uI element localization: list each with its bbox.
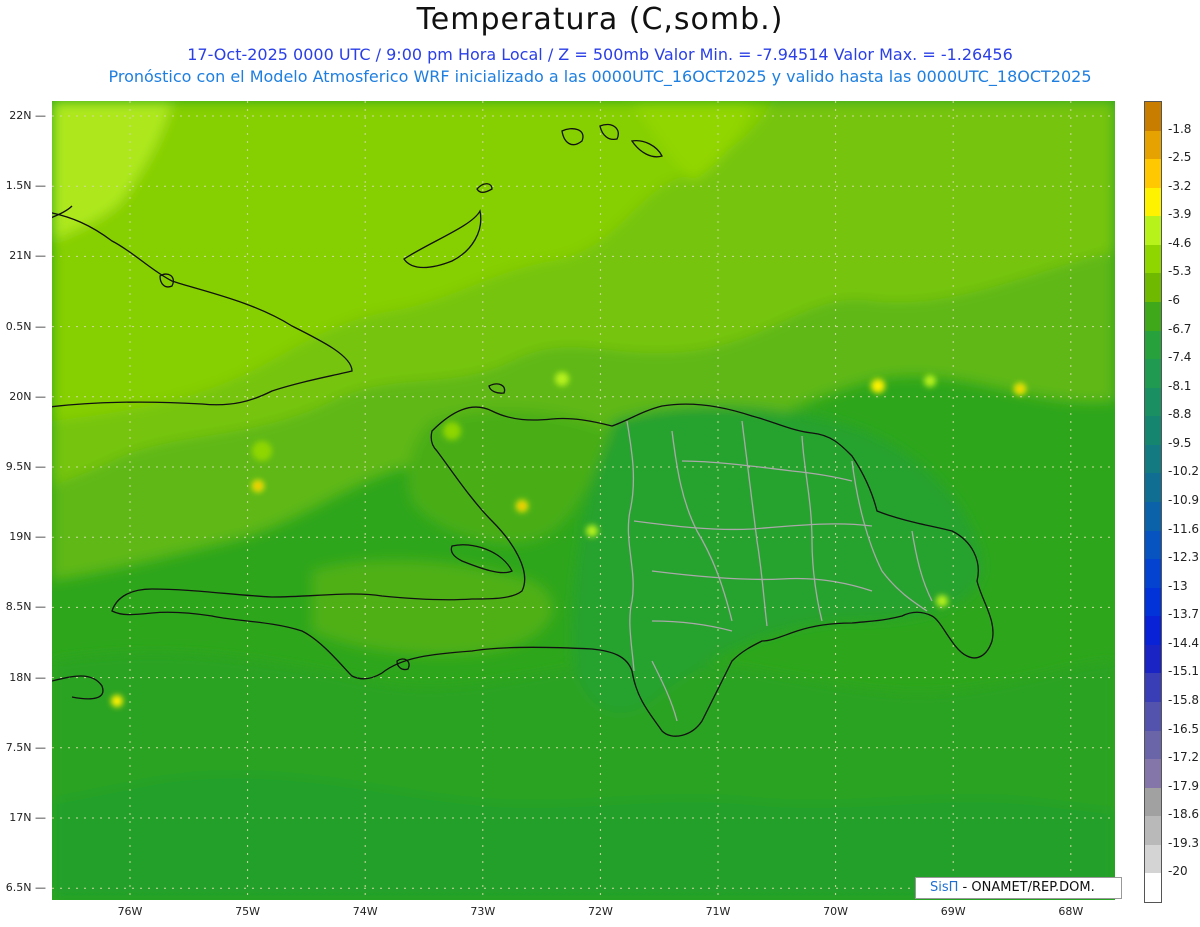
longitude-label: 68W xyxy=(1058,905,1084,918)
latitude-label: 17N — xyxy=(9,811,46,824)
colorbar-swatch xyxy=(1145,473,1161,503)
latitude-label: 0.5N — xyxy=(5,319,46,333)
colorbar-tick-label: -4.6 xyxy=(1168,235,1192,250)
latitude-label: 19N — xyxy=(9,530,46,544)
colorbar-tick-label: -10.2 xyxy=(1168,464,1200,479)
latitude-label: 8.5N — xyxy=(5,600,46,614)
longitude-label: 75W xyxy=(235,905,261,918)
colorbar-tick-label: -20 xyxy=(1168,864,1188,879)
colorbar-swatch xyxy=(1145,587,1161,617)
colorbar-swatch xyxy=(1145,102,1161,132)
colorbar-swatch xyxy=(1145,502,1161,532)
latitude-label: 18N — xyxy=(9,670,46,684)
longitude-label: 76W xyxy=(117,905,143,918)
longitude-label: 72W xyxy=(587,905,613,918)
colorbar-swatch xyxy=(1145,302,1161,332)
colorbar-tick-label: -8.8 xyxy=(1168,407,1192,422)
colorbar-swatch xyxy=(1145,444,1161,474)
longitude-label: 70W xyxy=(823,905,849,918)
colorbar-tick-label: -2.5 xyxy=(1168,150,1192,165)
map-subtitle-validity: 17-Oct-2025 0000 UTC / 9:00 pm Hora Loca… xyxy=(187,45,1013,64)
colorbar-tick-label: -17.9 xyxy=(1168,778,1200,793)
colorbar-swatch xyxy=(1145,187,1161,217)
colorbar-swatch xyxy=(1145,530,1161,560)
temperature-map xyxy=(52,101,1115,900)
colorbar-swatch xyxy=(1145,873,1161,903)
map-canvas xyxy=(52,101,1115,900)
latitude-label: 7.5N — xyxy=(5,740,46,754)
latitude-label: 20N — xyxy=(9,389,46,403)
colorbar-tick-label: -10.9 xyxy=(1168,493,1200,507)
colorbar-swatch xyxy=(1145,673,1161,703)
colorbar-swatch xyxy=(1145,359,1161,389)
colorbar-swatch xyxy=(1145,216,1161,246)
colorbar-swatch xyxy=(1145,759,1161,789)
colorbar-swatch xyxy=(1145,273,1161,303)
colorbar-tick-label: -9.5 xyxy=(1168,435,1192,450)
latitude-label: 21N — xyxy=(9,249,46,263)
latitude-label: 9.5N — xyxy=(5,460,46,473)
colorbar-swatch xyxy=(1145,616,1161,646)
colorbar-tick-label: -1.8 xyxy=(1168,121,1192,136)
colorbar-swatch xyxy=(1145,844,1161,874)
colorbar-tick-label: -6.7 xyxy=(1168,321,1192,336)
credit-box: SisΠ - ONAMET/REP.DOM. xyxy=(915,877,1122,899)
colorbar-swatch xyxy=(1145,559,1161,589)
colorbar xyxy=(1144,101,1162,903)
colorbar-tick-label: -15.1 xyxy=(1168,664,1200,679)
colorbar-swatch xyxy=(1145,702,1161,732)
colorbar-tick-label: -7.4 xyxy=(1168,350,1192,365)
colorbar-tick-label: -12.3 xyxy=(1168,550,1200,565)
colorbar-swatch xyxy=(1145,159,1161,189)
colorbar-swatch xyxy=(1145,644,1161,674)
latitude-label: 1.5N — xyxy=(5,179,46,193)
colorbar-tick-label: -13 xyxy=(1168,578,1188,593)
colorbar-tick-label: -3.2 xyxy=(1168,178,1192,193)
latitude-label: 6.5N — xyxy=(5,881,46,895)
colorbar-tick-label: -16.5 xyxy=(1168,721,1200,736)
colorbar-tick-label: -5.3 xyxy=(1168,264,1192,279)
map-title: Temperatura (C,somb.) xyxy=(416,2,784,37)
credit-text: - ONAMET/REP.DOM. xyxy=(958,880,1095,895)
colorbar-swatch xyxy=(1145,244,1161,274)
map-subtitle-model: Pronóstico con el Modelo Atmosferico WRF… xyxy=(108,67,1092,86)
colorbar-tick-label: -15.8 xyxy=(1168,693,1200,707)
colorbar-swatch xyxy=(1145,416,1161,446)
colorbar-tick-label: -3.9 xyxy=(1168,207,1192,222)
colorbar-swatch xyxy=(1145,816,1161,846)
colorbar-swatch xyxy=(1145,387,1161,417)
colorbar-tick-label: -13.7 xyxy=(1168,607,1200,622)
longitude-label: 73W xyxy=(470,905,496,918)
colorbar-tick-label: -17.2 xyxy=(1168,750,1200,765)
colorbar-swatch xyxy=(1145,330,1161,360)
colorbar-tick-label: -18.6 xyxy=(1168,807,1200,822)
colorbar-swatch xyxy=(1145,130,1161,160)
longitude-label: 69W xyxy=(940,905,966,918)
colorbar-swatch xyxy=(1145,787,1161,817)
latitude-label: 22N — xyxy=(9,109,46,122)
sispi-logo: SisΠ xyxy=(930,880,959,895)
colorbar-tick-label: -8.1 xyxy=(1168,378,1192,393)
colorbar-swatch xyxy=(1145,730,1161,760)
colorbar-tick-label: -19.3 xyxy=(1168,835,1200,850)
longitude-label: 74W xyxy=(352,905,378,918)
longitude-label: 71W xyxy=(705,905,731,918)
colorbar-tick-label: -11.6 xyxy=(1168,521,1200,536)
colorbar-tick-label: -14.4 xyxy=(1168,635,1200,650)
colorbar-tick-label: -6 xyxy=(1168,293,1180,307)
